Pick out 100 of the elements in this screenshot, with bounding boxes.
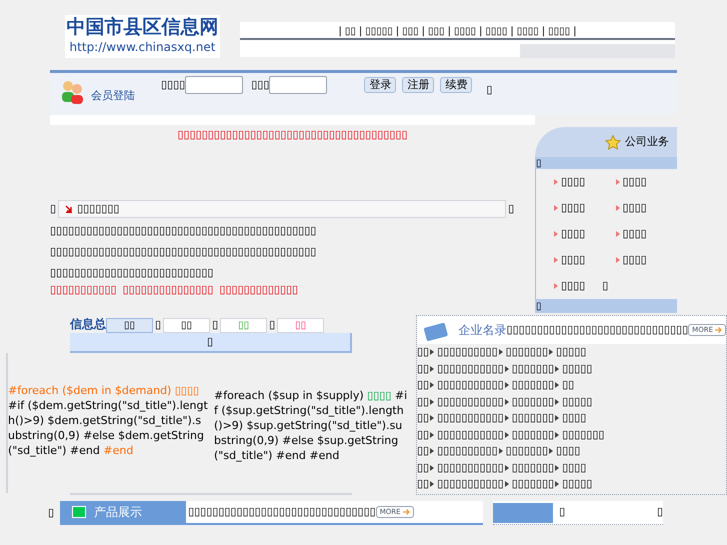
bullet-icon (555, 366, 560, 372)
bullet-icon (554, 283, 558, 289)
info-tab[interactable]: ▯▯ (106, 318, 153, 333)
business-link[interactable]: ▯▯▯▯ (561, 253, 586, 267)
company-cell-text: ▯▯▯▯▯▯▯▯▯▯▯ (437, 410, 504, 426)
nav-link[interactable]: ▯▯▯▯ (514, 24, 542, 39)
nav-link[interactable]: ▯▯▯▯ (482, 24, 510, 39)
company-cell-text: ▯▯▯▯▯▯▯▯▯▯▯ (437, 460, 504, 476)
bullet-icon (430, 432, 434, 438)
bullet-icon (555, 432, 560, 438)
company-cell-text: ▯▯▯▯▯▯▯ (512, 377, 554, 393)
company-title: 企业名录 (458, 322, 507, 339)
company-cell-text: ▯▯▯▯▯ (562, 360, 592, 376)
company-cell-text: ▯▯ (417, 360, 430, 376)
bullet-icon (616, 205, 620, 211)
company-cell-text: ▯▯ (417, 394, 430, 410)
nav-link[interactable]: ▯▯▯▯ (545, 24, 574, 39)
bullet-icon (430, 349, 434, 356)
notice-text: ▯▯▯▯▯▯▯▯▯▯▯ (50, 283, 117, 297)
bullet-icon (554, 257, 558, 263)
monitor-icon (72, 506, 86, 518)
marquee-text: ▯▯▯▯▯▯▯▯▯▯▯▯▯▯▯▯▯▯▯▯▯▯▯▯▯▯▯▯▯▯▯ (188, 504, 376, 520)
business-title: 公司业务 (625, 134, 669, 150)
template-code: #foreach ($sup in $supply) ▯▯▯▯ #if ($sup.getString("sd_title").length()>9) $sup.getString("sd_title").substring(0,9) #else $sup.getString("sd_title") #end #end (214, 388, 408, 463)
input-field[interactable] (269, 76, 328, 94)
text-glyph: ▯ (155, 316, 162, 332)
logo[interactable]: 中国市县区信息网 http://www.chinasxq.net (65, 15, 220, 58)
business-link[interactable]: ▯▯▯▯ (561, 201, 586, 215)
bullet-icon (555, 398, 560, 405)
company-cell-text: ▯▯ (417, 460, 430, 476)
nav-separator: | (422, 25, 426, 39)
logo-title: 中国市县区信息网 (66, 15, 218, 39)
info-tab[interactable]: ▯▯ (163, 318, 210, 333)
nav-link[interactable]: ▯▯▯ (399, 24, 422, 39)
field-label: ▯▯▯ (251, 76, 270, 93)
products-title: 产品展示 (94, 504, 142, 520)
nav-separator: | (338, 25, 342, 39)
marquee-text: ▯▯▯▯▯▯▯▯▯▯▯▯▯▯▯▯▯▯▯▯▯▯▯▯▯▯▯▯▯▯ (506, 322, 688, 338)
arrow-icon (402, 509, 410, 515)
company-cell-text: ▯▯▯▯▯▯▯▯▯▯▯ (437, 377, 504, 393)
notice-text: ▯▯▯▯▯▯▯▯▯▯▯▯▯▯▯ (122, 283, 214, 297)
company-cell-text: ▯▯▯▯▯▯▯ (512, 476, 554, 492)
news-paragraph: ▯▯▯▯▯▯▯▯▯▯▯▯▯▯▯▯▯▯▯▯▯▯▯▯▯▯▯▯▯▯▯▯▯▯▯▯▯▯▯▯▯▯▯▯▯▯▯▯▯▯▯▯▯▯▯▯▯▯▯▯▯▯▯▯▯▯▯▯▯▯▯▯▯▯▯▯▯▯▯▯▯▯▯▯▯▯▯▯▯▯▯▯▯▯▯▯▯▯▯▯▯▯▯▯▯▯▯▯▯▯▯▯▯▯▯ (50, 223, 318, 281)
company-cell-text: ▯▯▯▯▯ (562, 394, 592, 410)
nav-separator: | (542, 25, 546, 39)
company-cell-text: ▯▯▯▯▯▯▯▯▯▯▯ (437, 394, 504, 410)
business-link[interactable]: ▯▯▯▯ (622, 253, 647, 267)
company-cell-text: ▯▯▯▯▯▯▯ (512, 410, 554, 426)
login-button[interactable]: 注册 (402, 77, 434, 93)
business-link[interactable]: ▯▯▯▯ (622, 175, 647, 189)
bullet-icon (504, 382, 509, 388)
login-button[interactable]: 登录 (364, 77, 396, 93)
login-button[interactable]: 续费 (440, 77, 472, 93)
nav-separator: | (448, 25, 451, 39)
input-field[interactable] (185, 76, 244, 94)
bullet-icon (430, 464, 434, 471)
users-icon (60, 80, 86, 104)
company-cell-text: ▯▯▯▯ (562, 460, 586, 476)
bullet-icon (554, 179, 558, 185)
company-cell-text: ▯▯▯▯▯▯▯ (562, 426, 604, 442)
bullet-icon (616, 231, 620, 237)
text-glyph: ▯ (602, 278, 608, 294)
business-link[interactable]: ▯▯▯▯ (622, 201, 647, 215)
company-cell-text: ▯▯ (417, 443, 430, 459)
arrow-icon (715, 327, 722, 333)
company-cell-text: ▯▯ (417, 476, 430, 492)
star-icon (605, 134, 621, 150)
text-glyph: ▯ (508, 200, 514, 217)
info-tab[interactable]: ▯▯ (277, 318, 324, 333)
info-panel: ▯ (70, 333, 352, 353)
bullet-icon (616, 179, 620, 185)
company-cell-text: ▯▯▯▯▯▯▯ (512, 360, 554, 376)
nav-link[interactable]: ▯▯▯▯ (450, 24, 479, 39)
business-link[interactable]: ▯▯▯▯ (561, 227, 586, 241)
bullet-icon (549, 349, 554, 356)
bullet-icon (430, 448, 434, 454)
bullet-icon (504, 398, 509, 405)
text-glyph: ▯ (559, 504, 566, 520)
bullet-icon (555, 481, 560, 488)
business-link[interactable]: ▯▯▯▯ (561, 279, 586, 293)
text-glyph: ▯ (269, 316, 276, 332)
nav-link[interactable]: ▯▯ (342, 24, 359, 39)
business-bar: ▯ (535, 157, 677, 169)
nav-separator: | (358, 25, 362, 39)
company-cell-text: ▯▯▯▯▯▯▯ (506, 344, 548, 360)
notice-text: ▯▯▯▯▯▯▯▯▯▯▯▯▯ (219, 283, 298, 297)
bullet-icon (504, 432, 509, 438)
company-cell-text: ▯▯▯▯▯▯▯ (506, 443, 548, 459)
business-link[interactable]: ▯▯▯▯ (622, 227, 647, 241)
bullet-icon (504, 464, 509, 471)
nav-separator: | (396, 25, 400, 39)
bullet-icon (554, 231, 558, 237)
nav-separator: | (573, 25, 576, 39)
nav-link[interactable]: ▯▯▯ (425, 24, 448, 39)
business-link[interactable]: ▯▯▯▯ (561, 175, 586, 189)
bullet-icon (498, 349, 503, 356)
notice-text: ▯▯▯▯▯▯▯▯▯▯▯▯▯▯▯▯▯▯▯▯▯▯▯▯▯▯▯▯▯▯▯▯▯▯▯▯▯▯ (177, 127, 408, 143)
company-cell-text: ▯▯ (417, 410, 430, 426)
bullet-icon (554, 205, 558, 211)
nav-link[interactable]: ▯▯▯▯▯ (362, 24, 396, 39)
